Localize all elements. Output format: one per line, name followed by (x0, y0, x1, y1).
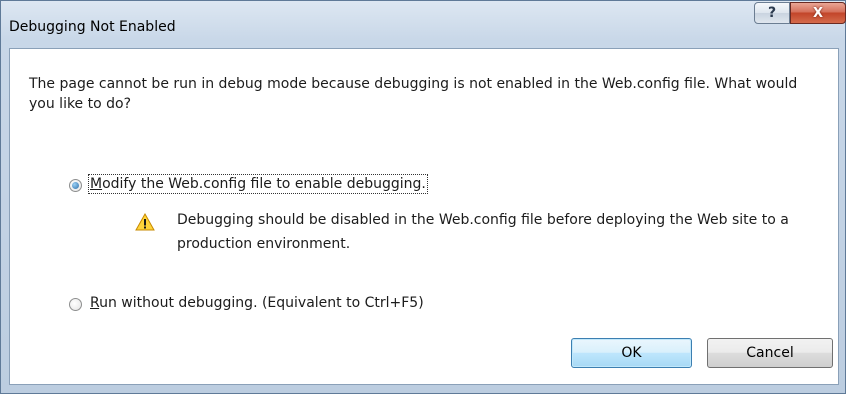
cancel-button-label: Cancel (746, 345, 794, 361)
close-icon: X (812, 5, 824, 21)
run-without-debugging-radio[interactable] (69, 298, 82, 311)
modify-label-text: odify the Web.config file to enable debu… (102, 176, 426, 192)
modify-config-radio[interactable] (69, 179, 82, 192)
content-panel: The page cannot be run in debug mode bec… (9, 48, 839, 385)
modify-config-label-text: Modify the Web.config file to enable deb… (88, 174, 428, 194)
run-without-debugging-label[interactable]: Run without debugging. (Equivalent to Ct… (90, 295, 424, 311)
run-accelerator: R (90, 295, 100, 311)
modify-config-label[interactable]: Modify the Web.config file to enable deb… (88, 174, 428, 194)
warning-icon (135, 213, 155, 231)
dialog-title: Debugging Not Enabled (9, 19, 176, 35)
modify-accelerator: M (90, 176, 103, 192)
ok-button-label: OK (621, 345, 642, 361)
dialog-message: The page cannot be run in debug mode bec… (29, 76, 798, 112)
help-icon: ? (767, 5, 777, 21)
ok-button[interactable]: OK (571, 338, 692, 368)
run-label-text: un without debugging. (Equivalent to Ctr… (99, 295, 424, 311)
title-bar[interactable]: Debugging Not Enabled ? X (1, 1, 846, 45)
warning-text: Debugging should be disabled in the Web.… (177, 212, 789, 252)
help-button[interactable]: ? (754, 2, 790, 24)
cancel-button[interactable]: Cancel (707, 338, 833, 368)
close-button[interactable]: X (790, 2, 846, 24)
debugging-dialog: Debugging Not Enabled ? X The page canno… (0, 0, 846, 394)
